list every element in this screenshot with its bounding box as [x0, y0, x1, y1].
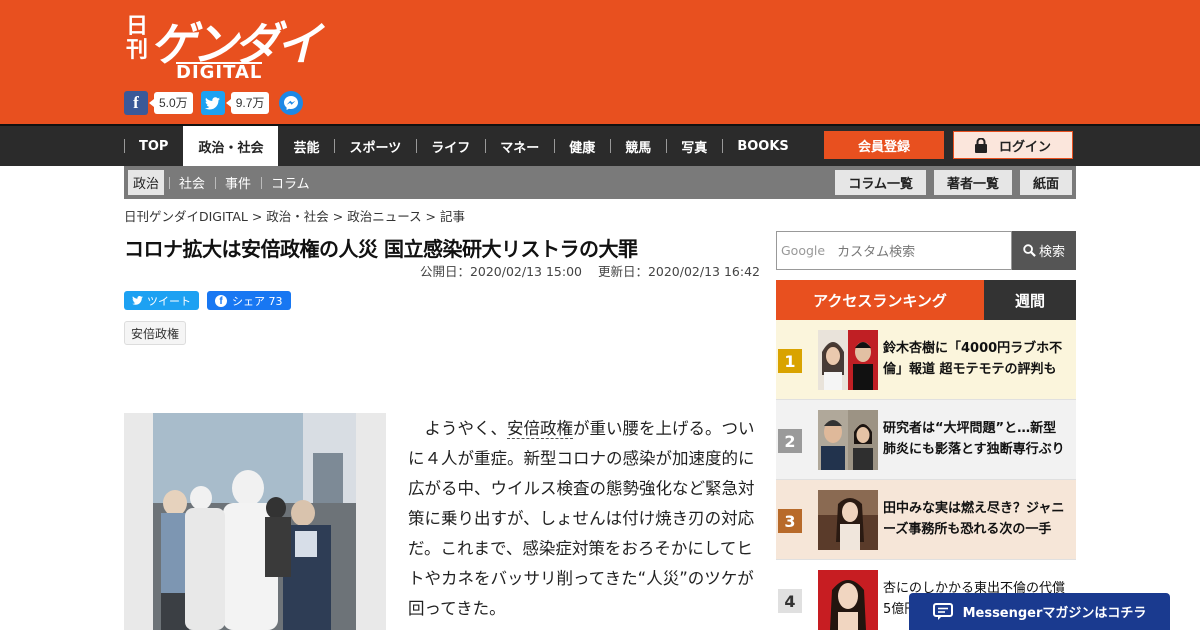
- rank-number: 2: [778, 429, 802, 453]
- site-header: 日刊 ゲンダイ DIGITAL f 5.0万 9.7万: [0, 0, 1200, 124]
- site-search: Google カスタム検索 検索: [776, 231, 1076, 270]
- subnav-column[interactable]: コラム: [261, 170, 320, 195]
- ranking-item[interactable]: 1 鈴木杏樹に「4000円ラブホ不倫」報道 超モテモテの評判も: [776, 320, 1076, 400]
- lock-icon: [974, 137, 987, 153]
- facebook-icon[interactable]: f: [124, 91, 148, 115]
- ranking-tabs: アクセスランキング 週間: [776, 280, 1076, 320]
- rank-number: 4: [778, 589, 802, 613]
- ranking-thumbnail: [818, 490, 878, 550]
- social-counters: f 5.0万 9.7万: [124, 91, 304, 115]
- site-logo[interactable]: 日刊 ゲンダイ DIGITAL: [126, 10, 322, 83]
- twitter-icon[interactable]: [200, 91, 225, 115]
- search-icon: [1023, 244, 1036, 257]
- updated-date: 更新日：2020/02/13 16:42: [597, 264, 760, 279]
- facebook-icon: f: [215, 294, 227, 307]
- ranking-thumbnail: [818, 570, 878, 630]
- share-buttons: ツイート f シェア 73: [124, 291, 291, 310]
- search-placeholder: カスタム検索: [837, 245, 916, 260]
- breadcrumb[interactable]: 日刊ゲンダイDIGITAL > 政治・社会 > 政治ニュース > 記事: [124, 206, 465, 225]
- ranking-thumbnail: [818, 330, 878, 390]
- tab-access-ranking[interactable]: アクセスランキング: [776, 280, 984, 320]
- rank-number: 1: [778, 349, 802, 373]
- login-button[interactable]: ログイン: [953, 131, 1073, 159]
- login-label: ログイン: [998, 139, 1051, 155]
- photo-quarantine-workers: [153, 413, 356, 630]
- subnav-incidents[interactable]: 事件: [215, 170, 261, 195]
- nav-politics-society[interactable]: 政治・社会: [183, 126, 279, 166]
- messenger-magazine-bar[interactable]: Messengerマガジンはコチラ: [909, 593, 1170, 630]
- article-photo: [124, 413, 386, 630]
- main-nav: TOP 政治・社会 芸能 スポーツ ライフ マネー 健康 競馬 写真 BOOKS…: [0, 124, 1200, 166]
- nav-sports[interactable]: スポーツ: [334, 126, 416, 166]
- nav-top[interactable]: TOP: [124, 126, 183, 166]
- tab-weekly[interactable]: 週間: [984, 280, 1076, 320]
- ranking-headline: 研究者は“大坪問題”と…新型肺炎にも影落とす独断専行ぶり: [883, 421, 1065, 457]
- messenger-icon[interactable]: [279, 91, 304, 115]
- author-list-button[interactable]: 著者一覧: [933, 170, 1012, 195]
- article-dates: 公開日：2020/02/13 15:00 更新日：2020/02/13 16:4…: [420, 261, 760, 280]
- twitter-icon: [132, 296, 143, 305]
- chat-icon: [932, 602, 953, 620]
- ranking-item[interactable]: 3 田中みな実は燃え尽き？ジャニーズ事務所も恐れる次の一手: [776, 480, 1076, 560]
- body-pre: ようやく、: [424, 419, 508, 438]
- ranking-list: 1 鈴木杏樹に「4000円ラブホ不倫」報道 超モテモテの評判も 2 研究者は“大…: [776, 320, 1076, 630]
- article-paragraph: ようやく、安倍政権が重い腰を上げる。ついに４人が重症。新型コロナの感染が加速度的…: [408, 414, 760, 624]
- ranking-thumbnail: [818, 410, 878, 470]
- paper-button[interactable]: 紙面: [1019, 170, 1072, 195]
- google-brand: Google: [781, 243, 826, 258]
- register-button[interactable]: 会員登録: [824, 131, 944, 159]
- logo-digital: DIGITAL: [176, 62, 263, 83]
- nav-health[interactable]: 健康: [554, 126, 610, 166]
- search-button[interactable]: 検索: [1012, 231, 1076, 270]
- sub-nav: 政治 社会 事件 コラム コラム一覧 著者一覧 紙面: [124, 166, 1076, 199]
- ranking-headline: 田中みな実は燃え尽き？ジャニーズ事務所も恐れる次の一手: [883, 501, 1065, 537]
- nav-keiba[interactable]: 競馬: [610, 126, 666, 166]
- facebook-share-button[interactable]: f シェア 73: [207, 291, 291, 310]
- search-button-label: 検索: [1038, 245, 1065, 260]
- twitter-count: 9.7万: [225, 92, 270, 114]
- article-body: ようやく、安倍政権が重い腰を上げる。ついに４人が重症。新型コロナの感染が加速度的…: [408, 414, 760, 624]
- ranking-item[interactable]: 2 研究者は“大坪問題”と…新型肺炎にも影落とす独断専行ぶり: [776, 400, 1076, 480]
- body-post: が重い腰を上げる。ついに４人が重症。新型コロナの感染が加速度的に広がる中、ウイル…: [408, 419, 755, 618]
- body-link-abe-government[interactable]: 安倍政権: [507, 419, 573, 439]
- nav-books[interactable]: BOOKS: [722, 126, 803, 166]
- rank-number: 3: [778, 509, 802, 533]
- logo-nikkan: 日刊: [126, 13, 149, 63]
- nav-life[interactable]: ライフ: [416, 126, 485, 166]
- article-tag[interactable]: 安倍政権: [124, 321, 187, 345]
- article-title: コロナ拡大は安倍政権の人災 国立感染研大リストラの大罪: [124, 237, 638, 261]
- messenger-bar-label: Messengerマガジンはコチラ: [962, 606, 1147, 621]
- search-input[interactable]: Google カスタム検索: [776, 231, 1012, 270]
- subnav-politics[interactable]: 政治: [128, 170, 165, 195]
- tweet-button[interactable]: ツイート: [124, 291, 199, 310]
- tweet-label: ツイート: [147, 294, 191, 308]
- nav-entertainment[interactable]: 芸能: [278, 126, 334, 166]
- subnav-society[interactable]: 社会: [169, 170, 215, 195]
- nav-money[interactable]: マネー: [485, 126, 554, 166]
- ranking-headline: 鈴木杏樹に「4000円ラブホ不倫」報道 超モテモテの評判も: [883, 341, 1063, 377]
- facebook-count: 5.0万: [149, 92, 193, 114]
- published-date: 公開日：2020/02/13 15:00: [419, 264, 582, 279]
- share-label: シェア 73: [232, 294, 283, 308]
- column-list-button[interactable]: コラム一覧: [835, 170, 926, 195]
- nav-photo[interactable]: 写真: [666, 126, 722, 166]
